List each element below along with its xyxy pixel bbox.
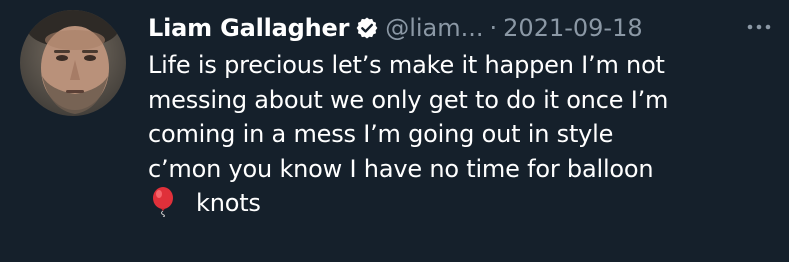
tweet-text-line: messing about we only get to do it once … xyxy=(148,85,669,114)
tweet-text-line: Life is precious let’s make it happen I’… xyxy=(148,51,665,79)
tweet-text-line: coming in a mess I’m going out in style xyxy=(148,120,614,148)
author-handle[interactable]: @liam... xyxy=(385,14,483,42)
tweet-text: Life is precious let’s make it happen I’… xyxy=(148,48,773,221)
verified-badge-icon xyxy=(355,16,379,40)
tweet-card[interactable]: Liam Gallagher @liam... · 2021-09-18 Lif… xyxy=(0,0,789,262)
tweet-header: Liam Gallagher @liam... · 2021-09-18 xyxy=(148,8,778,48)
header-separator: · xyxy=(489,14,498,42)
tweet-text-last-line: knots xyxy=(148,186,773,221)
more-options-icon[interactable] xyxy=(745,16,773,38)
balloon-emoji-icon xyxy=(148,187,178,218)
tweet-text-line: knots xyxy=(196,189,261,217)
tweet-date[interactable]: 2021-09-18 xyxy=(503,14,642,42)
author-name[interactable]: Liam Gallagher xyxy=(148,14,349,42)
tweet-text-line: c’mon you know I have no time for balloo… xyxy=(148,154,654,183)
avatar[interactable] xyxy=(20,10,126,116)
